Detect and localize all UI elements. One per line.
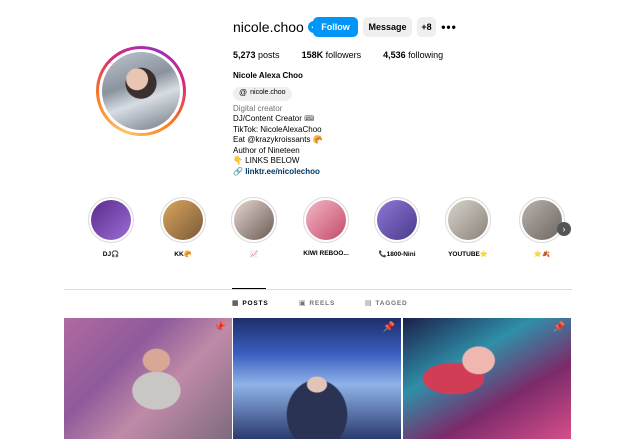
profile-bio: Nicole Alexa Choo @ nicole.choo Digital … (233, 71, 323, 177)
follow-button[interactable]: Follow (313, 17, 358, 37)
highlight-ring (231, 197, 277, 243)
tab-posts[interactable]: ▦ POSTS (232, 299, 268, 308)
pin-icon: 📌 (382, 322, 395, 333)
profile-stats: 5,273 posts 158K followers 4,536 followi… (233, 50, 465, 60)
highlight-cover (377, 200, 417, 240)
highlight-label: KIWI REBOO... (303, 250, 349, 257)
add-person-icon: +8 (421, 22, 432, 32)
highlight-item[interactable]: 📈 (226, 197, 282, 258)
highlight-ring (445, 197, 491, 243)
threads-handle: nicole.choo (250, 89, 286, 97)
highlight-label: ⭐🍂 (533, 251, 551, 258)
highlight-cover (91, 200, 131, 240)
highlight-ring (160, 197, 206, 243)
pin-icon: 📌 (552, 322, 565, 333)
bio-link[interactable]: 🔗 linktr.ee/nicolechoo (233, 167, 323, 178)
bio-line: Author of Nineteen (233, 145, 300, 155)
highlight-cover (306, 200, 346, 240)
highlight-cover (448, 200, 488, 240)
message-button[interactable]: Message (363, 17, 412, 37)
username: nicole.choo (233, 19, 304, 35)
highlight-label: KK🥐 (174, 251, 192, 258)
bio-line: 👇 LINKS BELOW (233, 156, 300, 165)
highlight-ring (374, 197, 420, 243)
pin-icon: 📌 (213, 322, 226, 333)
highlight-label: YOUTUBE⭐ (448, 251, 488, 258)
highlight-label: DJ🎧 (102, 251, 120, 258)
username-row: nicole.choo ✓ (233, 17, 320, 37)
post-thumbnail[interactable]: 📌 (403, 318, 571, 439)
active-tab-indicator (232, 288, 266, 289)
story-highlights: DJ🎧 KK🥐 📈 KIWI REBOO... 📞1800-Nini YOUTU… (84, 197, 576, 261)
threads-badge[interactable]: @ nicole.choo (233, 86, 292, 101)
link-icon: 🔗 (233, 166, 243, 176)
highlight-cover (522, 200, 562, 240)
profile-avatar[interactable] (102, 52, 180, 130)
posts-count: 5,273 posts (233, 50, 280, 60)
more-options-icon[interactable]: ••• (441, 17, 456, 37)
grid-icon: ▦ (232, 300, 240, 307)
highlight-label: 📈 (249, 251, 259, 258)
highlight-item[interactable]: KIWI REBOO... (298, 197, 354, 257)
suggested-accounts-button[interactable]: +8 (417, 17, 436, 37)
highlight-cover (234, 200, 274, 240)
tabs-divider (64, 289, 572, 290)
highlight-item[interactable]: KK🥐 (155, 197, 211, 258)
highlight-ring (303, 197, 349, 243)
highlight-ring (519, 197, 565, 243)
tab-tagged[interactable]: ▤ TAGGED (365, 299, 408, 308)
profile-category: Digital creator (233, 103, 283, 113)
highlight-ring (88, 197, 134, 243)
post-thumbnail[interactable]: 📌 (233, 318, 401, 439)
profile-avatar-ring[interactable] (96, 46, 186, 136)
tab-reels[interactable]: ▣ REELS (299, 299, 335, 308)
following-count[interactable]: 4,536 following (383, 50, 443, 60)
highlight-item[interactable]: 📞1800-Nini (369, 197, 425, 258)
bio-line: DJ/Content Creator 🎟 (233, 114, 315, 123)
highlight-item[interactable]: DJ🎧 (83, 197, 139, 258)
post-thumbnail[interactable]: 📌 (64, 318, 232, 439)
profile-avatar-frame (99, 49, 183, 133)
tagged-icon: ▤ (365, 300, 373, 307)
threads-icon: @ (239, 88, 248, 98)
bio-link-text[interactable]: linktr.ee/nicolechoo (245, 167, 320, 176)
full-name: Nicole Alexa Choo (233, 71, 303, 80)
highlight-label: 📞1800-Nini (378, 251, 416, 258)
chevron-right-icon[interactable]: › (557, 222, 571, 236)
reels-icon: ▣ (299, 300, 307, 307)
followers-count[interactable]: 158K followers (302, 50, 362, 60)
bio-line: Eat @krazykroissants 🥐 (233, 135, 323, 144)
highlight-item[interactable]: YOUTUBE⭐ (440, 197, 496, 258)
bio-line: TikTok: NicoleAlexaChoo (233, 124, 322, 134)
highlight-cover (163, 200, 203, 240)
